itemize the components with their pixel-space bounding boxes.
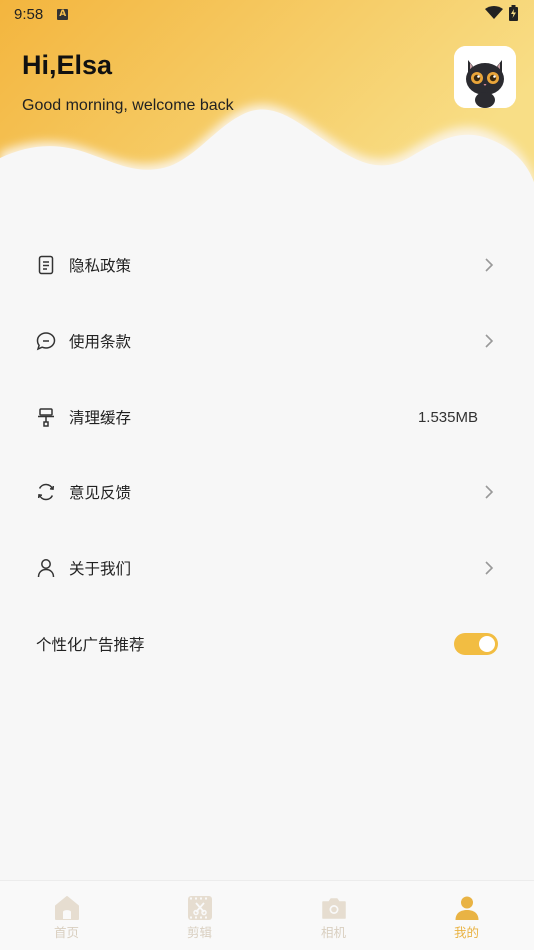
refresh-icon	[37, 483, 55, 501]
bottom-tab-bar: 首页 剪辑 相机 我的	[0, 880, 534, 950]
person-icon	[37, 559, 55, 578]
profile-icon	[455, 896, 478, 920]
wifi-icon	[485, 6, 503, 19]
personalized-ads-toggle[interactable]	[454, 633, 498, 655]
tab-home[interactable]: 首页	[0, 881, 133, 950]
greeting-subtitle: Good morning, welcome back	[22, 97, 234, 114]
chevron-right-icon	[485, 258, 494, 272]
tab-label: 相机	[320, 925, 346, 940]
home-icon	[54, 896, 79, 920]
tab-label: 我的	[453, 925, 479, 940]
tab-camera[interactable]: 相机	[267, 881, 400, 950]
menu-label: 隐私政策	[69, 257, 132, 275]
document-icon	[38, 255, 54, 275]
greeting-title: Hi,Elsa	[22, 50, 113, 80]
tab-label: 首页	[53, 925, 79, 940]
menu-item-about-us[interactable]: 关于我们	[0, 538, 534, 598]
menu-item-privacy-policy[interactable]: 隐私政策	[0, 235, 534, 295]
menu-label: 清理缓存	[69, 409, 132, 427]
menu-item-feedback[interactable]: 意见反馈	[0, 462, 534, 522]
scissors-icon	[187, 896, 212, 920]
black-cat-avatar	[454, 46, 516, 108]
chevron-right-icon	[485, 334, 494, 348]
personalized-ads-label: 个性化广告推荐	[36, 636, 145, 654]
chevron-right-icon	[485, 485, 494, 499]
tab-profile[interactable]: 我的	[400, 881, 533, 950]
cache-size-value: 1.535MB	[417, 408, 478, 426]
menu-label: 使用条款	[69, 333, 132, 351]
personalized-ads-row: 个性化广告推荐	[0, 614, 534, 674]
a-notification-icon: A	[57, 8, 69, 20]
status-bar: 9:58 A	[0, 0, 534, 28]
camera-icon	[321, 898, 346, 919]
broom-icon	[38, 408, 54, 427]
menu-item-clear-cache[interactable]: 清理缓存 1.535MB	[0, 387, 534, 447]
battery-charging-icon	[509, 5, 518, 21]
chat-bubble-icon	[36, 332, 56, 351]
tab-edit[interactable]: 剪辑	[133, 881, 266, 950]
avatar[interactable]	[454, 46, 516, 108]
chevron-right-icon	[485, 561, 494, 575]
tab-label: 剪辑	[186, 925, 212, 940]
menu-label: 意见反馈	[69, 484, 132, 502]
menu-label: 关于我们	[69, 560, 132, 578]
menu-item-terms-of-use[interactable]: 使用条款	[0, 311, 534, 371]
toggle-knob	[479, 636, 495, 652]
status-time: 9:58	[14, 5, 44, 23]
